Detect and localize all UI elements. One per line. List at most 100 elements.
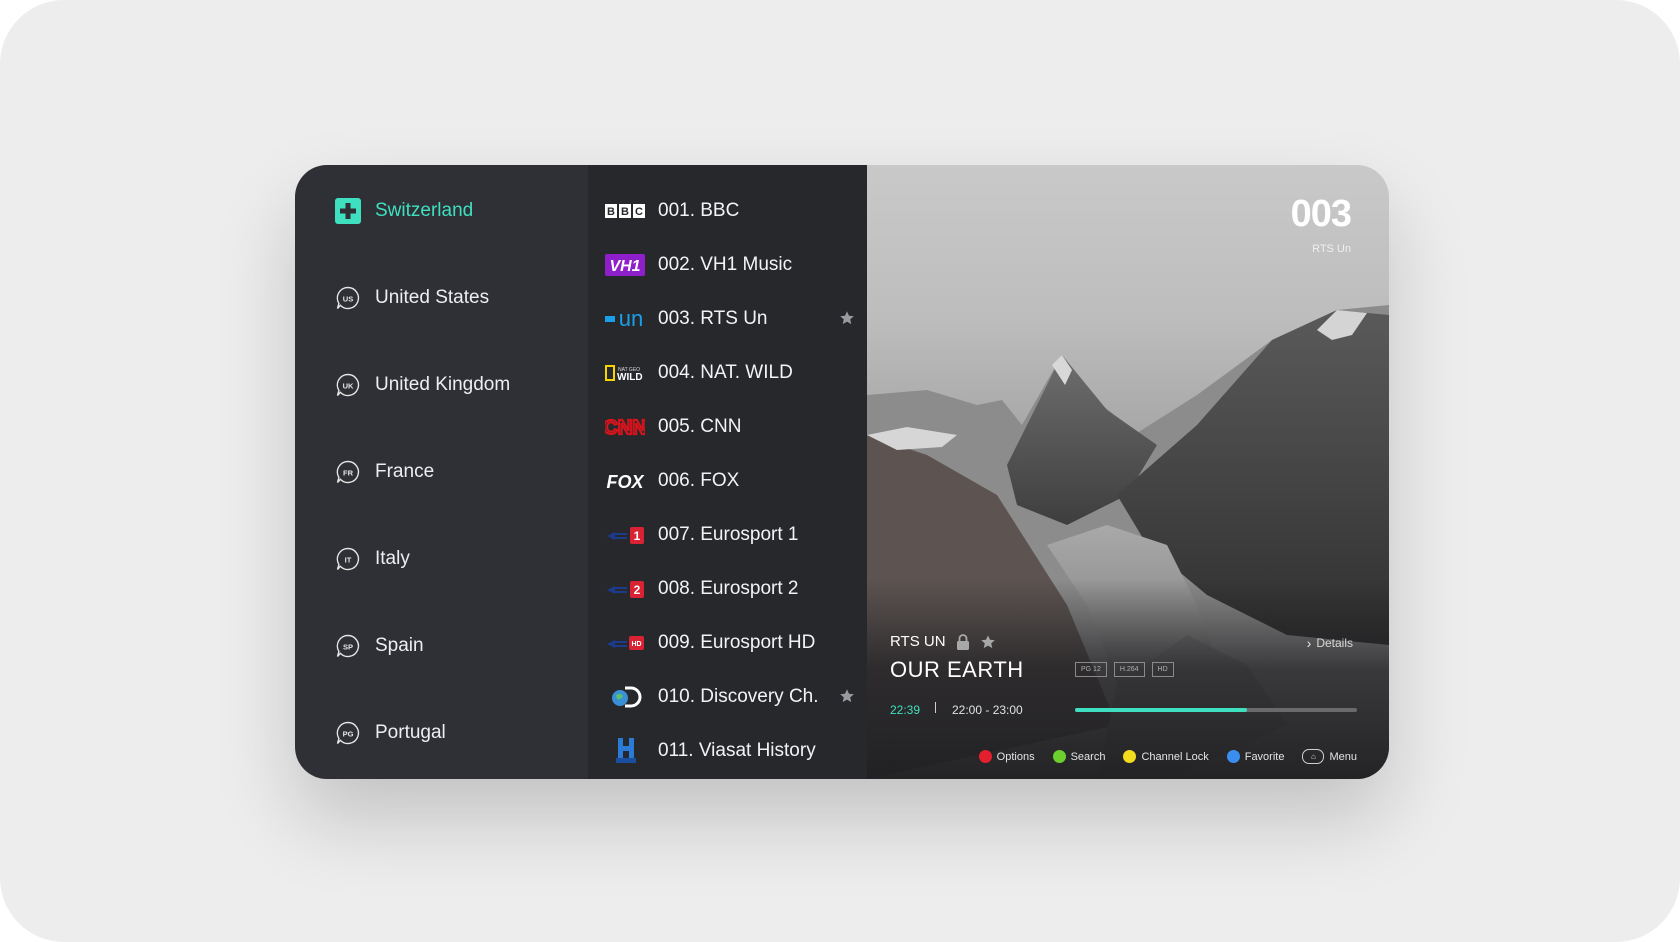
key-label: Channel Lock: [1141, 750, 1209, 763]
region-item-portugal[interactable]: PG Portugal: [335, 713, 446, 753]
options-key[interactable]: Options: [978, 750, 1035, 763]
channel-item-viasat-history[interactable]: 011. Viasat History: [588, 729, 867, 773]
program-time-range: 22:00 - 23:00: [952, 703, 1023, 717]
favorite-star-icon[interactable]: [839, 688, 855, 710]
chat-bubble-icon: SP: [335, 633, 361, 659]
program-channel-label: RTS UN: [890, 633, 946, 650]
chat-bubble-icon: FR: [335, 459, 361, 485]
rts-un-logo: un: [604, 306, 646, 332]
chat-bubble-icon: US: [335, 285, 361, 311]
region-label: Switzerland: [375, 200, 474, 221]
region-item-switzerland[interactable]: Switzerland: [335, 191, 473, 231]
channel-label: 003. RTS Un: [658, 308, 768, 329]
favorite-key[interactable]: Favorite: [1226, 750, 1285, 763]
region-label: United Kingdom: [375, 374, 511, 395]
chat-bubble-icon: PG: [335, 720, 361, 746]
region-label: Portugal: [375, 722, 446, 743]
channel-label: 007. Eurosport 1: [658, 524, 799, 545]
channel-preview[interactable]: 003 RTS Un RTS UN OUR EARTH › Details PG…: [867, 165, 1389, 779]
channel-item-discovery[interactable]: 010. Discovery Ch.: [588, 675, 867, 719]
program-progress-fill: [1075, 708, 1248, 712]
fox-logo: FOX: [604, 468, 646, 494]
program-progress-bar: [1075, 708, 1357, 712]
key-label: Search: [1070, 750, 1106, 763]
svg-text:CNN: CNN: [605, 417, 645, 438]
channel-item-eurosport-2[interactable]: 2 008. Eurosport 2: [588, 567, 867, 611]
svg-text:IT: IT: [345, 556, 352, 565]
channel-label: 004. NAT. WILD: [658, 362, 793, 383]
details-label: Details: [1316, 636, 1353, 650]
current-time: 22:39: [890, 703, 921, 717]
key-label: Favorite: [1244, 750, 1285, 763]
svg-text:FR: FR: [343, 469, 354, 478]
channel-label: 005. CNN: [658, 416, 742, 437]
region-item-france[interactable]: FR France: [335, 452, 434, 492]
nat-geo-wild-logo: NAT GEO WILD: [604, 360, 646, 386]
green-dot-icon: [1052, 750, 1066, 763]
svg-text:1: 1: [634, 529, 641, 543]
svg-text:SP: SP: [343, 643, 353, 652]
channel-number: 003: [1290, 193, 1352, 235]
region-label: Italy: [375, 548, 410, 569]
yellow-dot-icon: [1123, 750, 1137, 763]
svg-text:C: C: [635, 206, 643, 218]
channel-label: 006. FOX: [658, 470, 740, 491]
channel-label: 011. Viasat History: [658, 740, 816, 761]
region-item-united-kingdom[interactable]: UK United Kingdom: [335, 365, 510, 405]
channel-label: 010. Discovery Ch.: [658, 686, 819, 707]
region-item-italy[interactable]: IT Italy: [335, 539, 410, 579]
chat-bubble-icon: UK: [335, 372, 361, 398]
channel-item-cnn[interactable]: CNN 005. CNN: [588, 405, 867, 449]
lock-icon[interactable]: [956, 633, 970, 650]
svg-text:FOX: FOX: [606, 472, 644, 492]
svg-text:B: B: [621, 206, 629, 218]
home-icon: ⌂: [1302, 749, 1325, 764]
key-label: Menu: [1329, 750, 1357, 763]
chat-bubble-icon: IT: [335, 546, 361, 572]
svg-text:un: un: [619, 308, 643, 330]
bbc-logo: BBC: [604, 198, 646, 224]
channel-item-eurosport-1[interactable]: 1 007. Eurosport 1: [588, 513, 867, 557]
channel-item-rts-un[interactable]: un 003. RTS Un: [588, 297, 867, 341]
svg-text:B: B: [607, 206, 615, 218]
vh1-logo: VH1: [604, 252, 646, 278]
channel-item-nat-wild[interactable]: NAT GEO WILD 004. NAT. WILD: [588, 351, 867, 395]
svg-text:PG: PG: [343, 730, 354, 739]
channel-label: 002. VH1 Music: [658, 254, 793, 275]
channel-item-fox[interactable]: FOX 006. FOX: [588, 459, 867, 503]
svg-text:VH1: VH1: [609, 258, 640, 275]
region-item-united-states[interactable]: US United States: [335, 278, 489, 318]
channel-label: 001. BBC: [658, 200, 740, 221]
channel-name: RTS Un: [1312, 243, 1351, 255]
svg-text:US: US: [343, 295, 353, 304]
eurosport-1-logo: 1: [604, 522, 646, 548]
program-channel: RTS UN: [890, 633, 996, 650]
discovery-logo: [604, 684, 646, 710]
svg-text:WILD: WILD: [617, 372, 643, 382]
region-item-spain[interactable]: SP Spain: [335, 626, 424, 666]
channel-item-bbc[interactable]: BBC 001. BBC: [588, 189, 867, 233]
channel-item-eurosport-hd[interactable]: HD 009. Eurosport HD: [588, 621, 867, 665]
svg-text:HD: HD: [631, 641, 641, 648]
svg-text:2: 2: [634, 583, 641, 597]
region-label: Spain: [375, 635, 424, 656]
region-label: United States: [375, 287, 490, 308]
remote-key-legend: Options Search Channel Lock Favorite ⌂ M…: [961, 749, 1357, 764]
region-label: France: [375, 461, 435, 482]
menu-key[interactable]: ⌂ Menu: [1302, 749, 1357, 764]
red-dot-icon: [978, 750, 992, 763]
channel-list: BBC 001. BBC VH1 002. VH1 Music un 003. …: [588, 165, 867, 779]
search-key[interactable]: Search: [1052, 750, 1106, 763]
eurosport-2-logo: 2: [604, 576, 646, 602]
program-title: OUR EARTH: [890, 657, 1024, 682]
channel-lock-key[interactable]: Channel Lock: [1123, 750, 1209, 763]
blue-dot-icon: [1226, 750, 1240, 763]
details-link[interactable]: › Details: [1307, 635, 1353, 651]
favorite-star-icon[interactable]: [839, 310, 855, 332]
channel-label: 008. Eurosport 2: [658, 578, 799, 599]
rating-badge: PG 12: [1075, 662, 1107, 677]
channel-item-vh1[interactable]: VH1 002. VH1 Music: [588, 243, 867, 287]
star-icon[interactable]: [980, 634, 996, 650]
chevron-right-icon: ›: [1306, 635, 1312, 651]
channel-label: 009. Eurosport HD: [658, 632, 816, 653]
